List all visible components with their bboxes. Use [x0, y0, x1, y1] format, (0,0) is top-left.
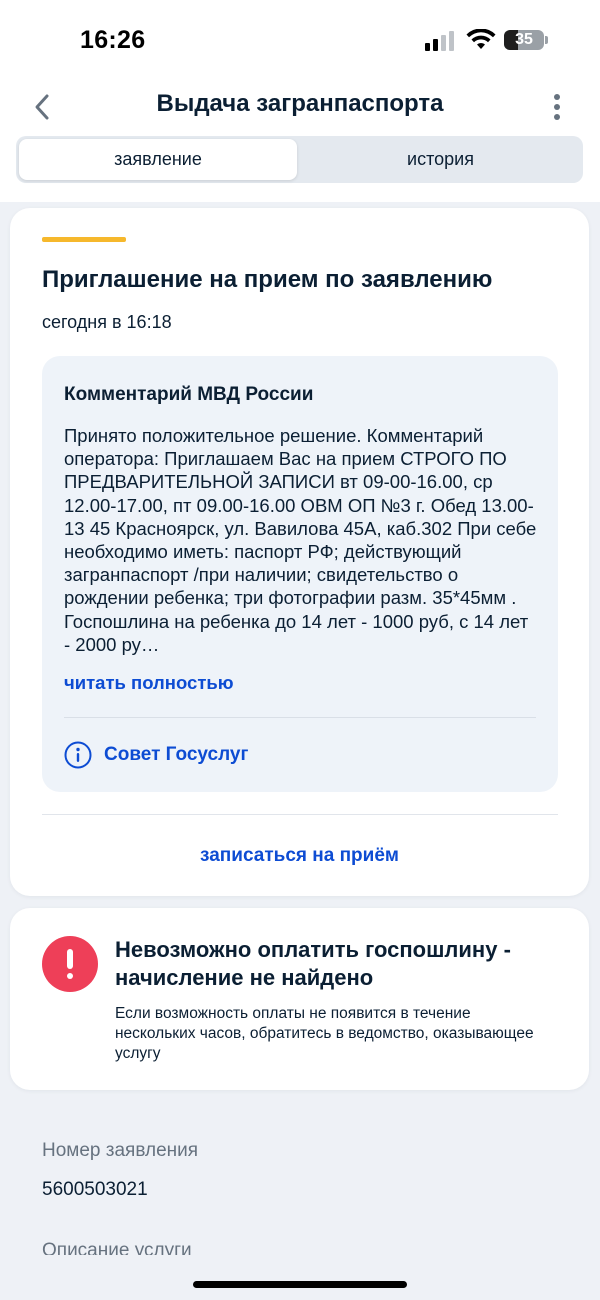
event-title: Приглашение на прием по заявлению — [42, 266, 493, 293]
book-appointment-button[interactable]: записаться на приём — [10, 845, 589, 867]
read-more-link[interactable]: читать полностью — [64, 672, 234, 694]
exclamation-icon — [42, 936, 98, 992]
cellular-signal-icon — [425, 31, 457, 51]
more-vertical-icon[interactable] — [548, 92, 568, 122]
wifi-icon — [466, 29, 496, 49]
application-number-label: Номер заявления — [42, 1140, 199, 1161]
event-time: сегодня в 16:18 — [42, 312, 172, 332]
comment-text: Принято положительное решение. Комментар… — [64, 425, 537, 655]
event-card: Приглашение на прием по заявлению сегодн… — [10, 208, 589, 896]
battery-icon: 35 — [504, 30, 544, 50]
tab-history[interactable]: история — [301, 139, 580, 180]
header: Выдача загранпаспорта заявление история — [0, 82, 600, 202]
divider — [42, 814, 558, 815]
info-icon — [64, 741, 92, 769]
status-time: 16:26 — [80, 26, 146, 54]
status-accent-bar — [42, 237, 126, 242]
service-description-label: Описание услуги — [42, 1240, 192, 1255]
payment-error-card: Невозможно оплатить госпошлину - начисле… — [10, 908, 589, 1090]
status-bar: 16:26 35 — [0, 0, 600, 82]
page-title: Выдача загранпаспорта — [156, 90, 444, 117]
tab-switcher: заявление история — [16, 136, 583, 183]
divider — [64, 717, 536, 718]
battery-cap — [545, 36, 548, 44]
comment-box: Комментарий МВД России Принято положител… — [42, 356, 558, 792]
gosuslugi-tip-link[interactable]: Совет Госуслуг — [104, 744, 248, 766]
comment-heading: Комментарий МВД России — [64, 384, 314, 405]
error-title: Невозможно оплатить госпошлину - начисле… — [115, 937, 511, 990]
application-number-value: 5600503021 — [42, 1179, 148, 1200]
error-text: Если возможность оплаты не появится в те… — [115, 1005, 534, 1062]
home-indicator — [193, 1281, 407, 1288]
tab-application[interactable]: заявление — [19, 139, 297, 180]
battery-percent: 35 — [515, 31, 533, 48]
